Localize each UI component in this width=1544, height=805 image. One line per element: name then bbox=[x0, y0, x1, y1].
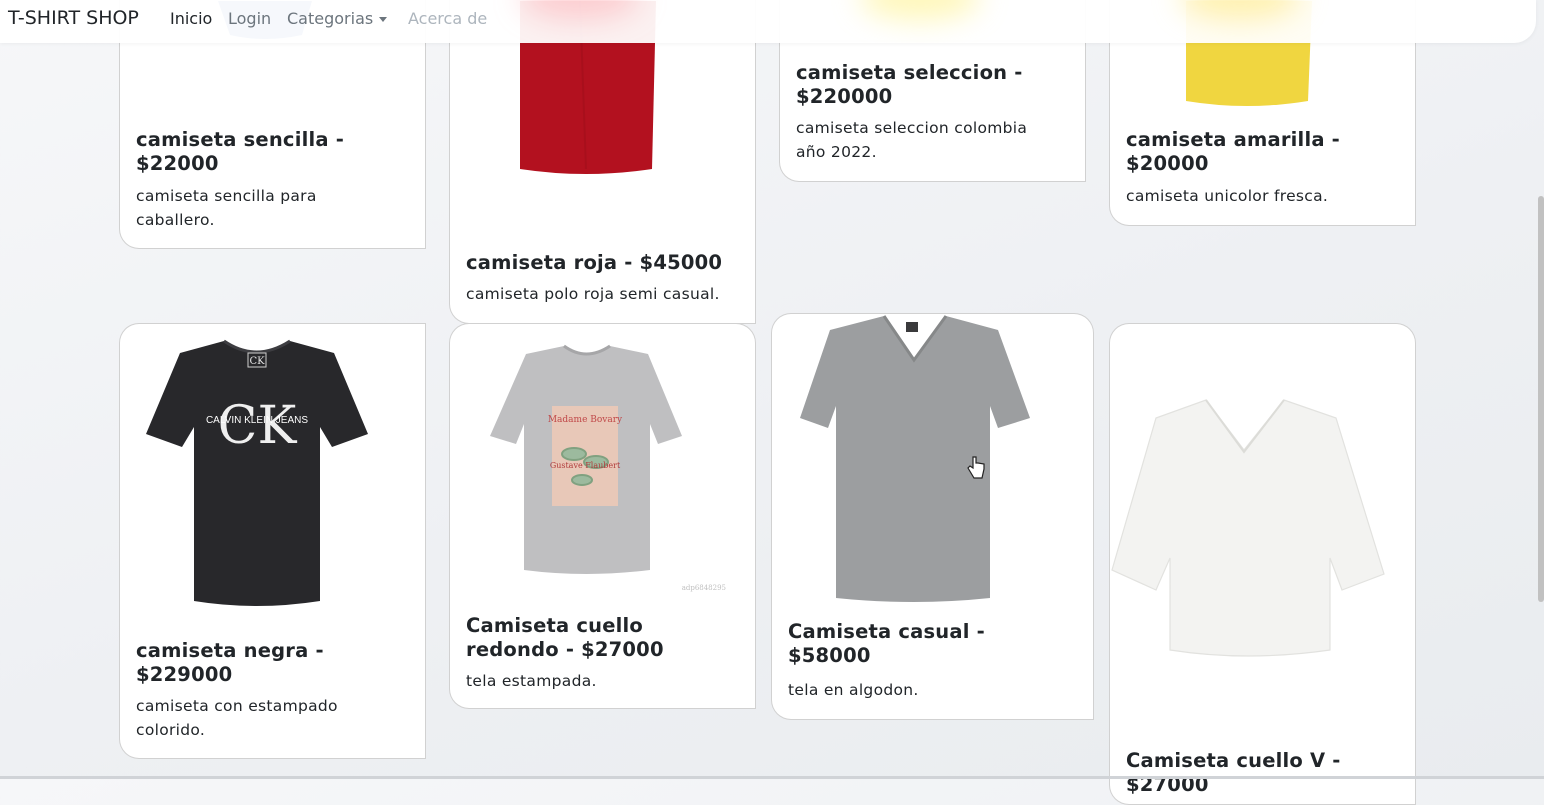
nav-link-inicio[interactable]: Inicio bbox=[170, 9, 212, 28]
chevron-down-icon bbox=[379, 17, 388, 22]
print-author: Gustave Flaubert bbox=[550, 461, 621, 470]
product-card[interactable]: Camiseta cuello V - $27000 bbox=[1109, 323, 1416, 805]
nav-link-acerca-de: Acerca de bbox=[408, 9, 488, 28]
product-image-black-tshirt: CK CK CALVIN KLEIN JEANS bbox=[146, 339, 368, 606]
product-title: Camiseta casual - $58000 bbox=[788, 620, 985, 667]
product-image-white-vneck-tshirt bbox=[1111, 399, 1385, 657]
navbar-glow bbox=[1180, 0, 1300, 20]
product-title: Camiseta cuello redondo - $27000 bbox=[466, 614, 664, 661]
ck-print-text: CALVIN KLEIN JEANS bbox=[206, 415, 308, 426]
product-description: camiseta polo roja semi casual. bbox=[466, 285, 720, 303]
image-watermark: adp6848295 bbox=[682, 584, 726, 592]
product-title: camiseta seleccion - $220000 bbox=[796, 61, 1023, 108]
navbar-glow bbox=[860, 0, 980, 20]
ck-small-logo: CK bbox=[249, 356, 265, 367]
scrollbar[interactable] bbox=[1538, 196, 1544, 602]
print-title: Madame Bovary bbox=[548, 415, 623, 425]
nav-link-login[interactable]: Login bbox=[228, 9, 271, 28]
product-description: camiseta unicolor fresca. bbox=[1126, 187, 1329, 205]
product-title: Camiseta cuello V - $27000 bbox=[1126, 749, 1341, 796]
product-description: camiseta sencilla para caballero. bbox=[136, 187, 317, 229]
product-card[interactable]: CK CK CALVIN KLEIN JEANS camiseta negra … bbox=[119, 323, 426, 759]
hand-pointer-icon bbox=[967, 456, 985, 479]
navbar-glow bbox=[520, 0, 640, 20]
nav-dropdown-label: Categorias bbox=[287, 9, 374, 28]
product-title: camiseta roja - $45000 bbox=[466, 251, 723, 274]
navbar: T-SHIRT SHOP Inicio Login Categorias Ace… bbox=[0, 0, 1536, 43]
product-card[interactable]: Camiseta casual - $58000 tela en algodon… bbox=[771, 313, 1094, 720]
product-image-grey-printed-tshirt: Madame Bovary Gustave Flaubert adp684829… bbox=[490, 344, 726, 592]
ck-print-logo: CK bbox=[218, 396, 298, 456]
product-description: camiseta con estampado colorido. bbox=[136, 697, 338, 739]
product-title: camiseta amarilla - $20000 bbox=[1126, 128, 1340, 175]
product-title: camiseta negra - $229000 bbox=[136, 639, 324, 686]
product-card[interactable]: Madame Bovary Gustave Flaubert adp684829… bbox=[449, 323, 756, 709]
product-description: camiseta seleccion colombia año 2022. bbox=[796, 119, 1028, 161]
product-description: tela en algodon. bbox=[788, 681, 919, 699]
product-card[interactable]: camiseta roja - $45000 camiseta polo roj… bbox=[449, 0, 756, 324]
brand-logo[interactable]: T-SHIRT SHOP bbox=[8, 7, 139, 29]
product-description: tela estampada. bbox=[466, 672, 597, 690]
product-image-grey-vneck-tshirt bbox=[800, 315, 1030, 602]
product-title: camiseta sencilla - $22000 bbox=[136, 128, 344, 175]
nav-dropdown-categorias[interactable]: Categorias bbox=[287, 9, 388, 28]
